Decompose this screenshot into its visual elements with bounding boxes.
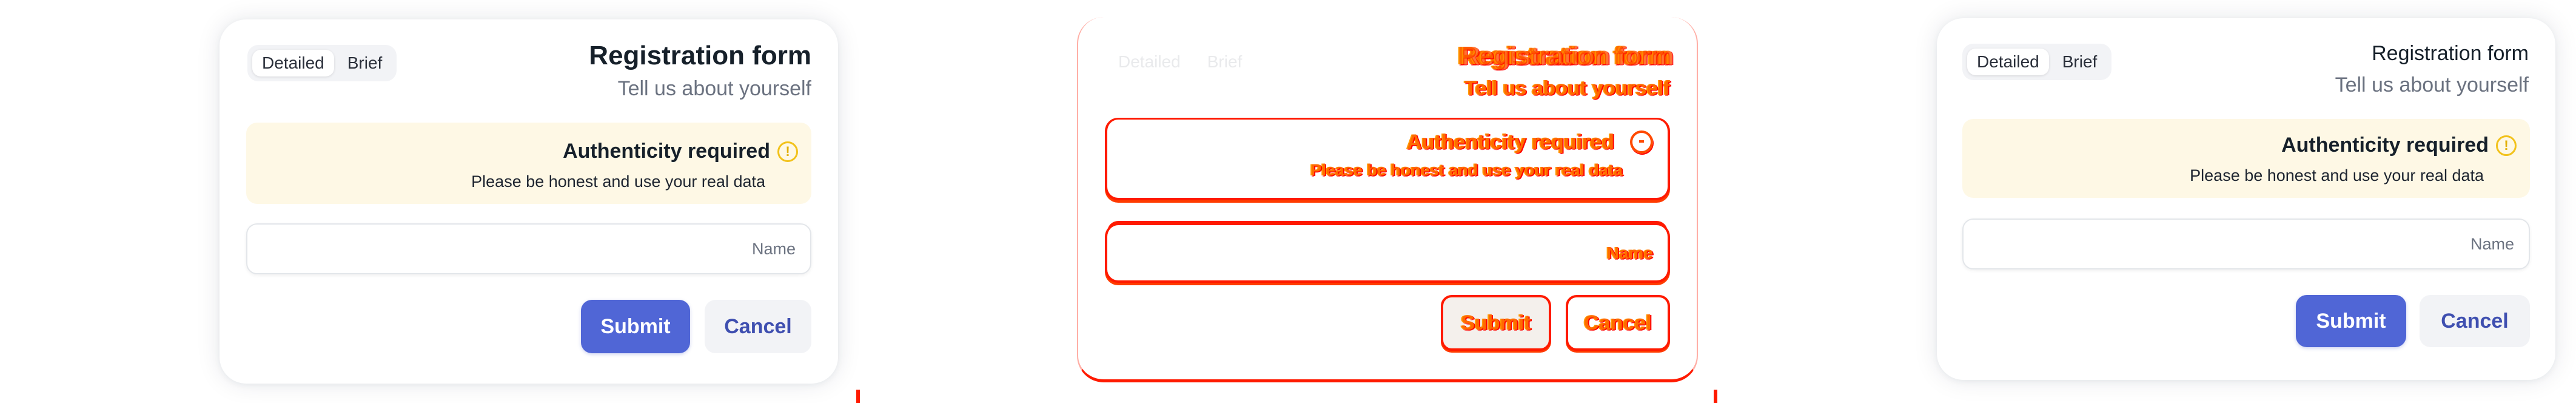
authenticity-alert: Authenticity required ! Please be honest… bbox=[246, 123, 811, 204]
cancel-button[interactable]: Cancel bbox=[1566, 295, 1670, 351]
tab-detailed[interactable]: Detailed bbox=[1118, 52, 1181, 72]
name-field: Name bbox=[1105, 223, 1670, 283]
tab-brief[interactable]: Brief bbox=[1207, 52, 1243, 72]
exclamation-circle-icon bbox=[1630, 130, 1653, 154]
authenticity-alert: Authenticity required ! Please be honest… bbox=[1962, 119, 2530, 198]
submit-button[interactable]: Submit bbox=[1441, 295, 1551, 351]
form-header: Registration form Tell us about yourself bbox=[589, 40, 811, 103]
cancel-button[interactable]: Cancel bbox=[705, 300, 811, 353]
submit-button[interactable]: Submit bbox=[2296, 295, 2406, 347]
alert-heading: Authenticity required ! bbox=[2281, 134, 2517, 157]
exclamation-circle-icon: ! bbox=[777, 141, 798, 162]
form-title-ghost: Registration form bbox=[1461, 41, 1674, 70]
name-input[interactable] bbox=[1964, 220, 2529, 268]
panel-variant-2-glitched: Detailed Brief Registration form Registr… bbox=[856, 0, 1717, 403]
name-field bbox=[246, 223, 811, 274]
registration-card: Detailed Brief Registration form Tell us… bbox=[1937, 18, 2555, 380]
alert-message: Please be honest and use your real data bbox=[471, 172, 765, 191]
form-title: Registration form bbox=[2372, 42, 2529, 65]
form-subtitle: Tell us about yourself bbox=[617, 77, 811, 100]
name-input[interactable] bbox=[247, 225, 810, 273]
name-placeholder[interactable]: Name bbox=[1607, 243, 1653, 263]
tab-brief[interactable]: Brief bbox=[2053, 49, 2107, 75]
panel-variant-1: Detailed Brief Registration form Tell us… bbox=[0, 0, 859, 403]
alert-message: Please be honest and use your real data bbox=[2190, 166, 2484, 185]
form-subtitle: Tell us about yourself bbox=[1464, 76, 1670, 99]
view-toggle: Detailed Brief bbox=[1118, 52, 1242, 72]
tab-detailed[interactable]: Detailed bbox=[1967, 49, 2049, 75]
tab-brief[interactable]: Brief bbox=[338, 50, 392, 76]
submit-label: Submit bbox=[1461, 311, 1531, 334]
form-title: Registration form bbox=[589, 41, 811, 70]
cancel-label: Cancel bbox=[1584, 311, 1652, 334]
authenticity-alert: Authenticity required Please be honest a… bbox=[1105, 118, 1670, 200]
form-header: Registration form Tell us about yourself bbox=[2335, 40, 2529, 100]
alert-title: Authenticity required bbox=[563, 140, 770, 163]
exclamation-circle-icon: ! bbox=[2496, 135, 2517, 156]
registration-card: Detailed Brief Registration form Tell us… bbox=[220, 19, 838, 384]
name-field bbox=[1962, 218, 2530, 269]
view-toggle: Detailed Brief bbox=[1962, 44, 2112, 80]
alert-title: Authenticity required bbox=[2281, 134, 2489, 157]
glitch-mark-left bbox=[856, 390, 860, 403]
alert-title: Authenticity required bbox=[1407, 130, 1614, 154]
submit-button[interactable]: Submit bbox=[581, 300, 690, 353]
tab-detailed[interactable]: Detailed bbox=[252, 50, 334, 76]
alert-message: Please be honest and use your real data bbox=[1310, 161, 1623, 179]
form-subtitle: Tell us about yourself bbox=[2335, 73, 2529, 97]
view-toggle: Detailed Brief bbox=[247, 45, 397, 81]
panel-variant-3: Detailed Brief Registration form Tell us… bbox=[1717, 0, 2576, 403]
alert-heading: Authenticity required ! bbox=[563, 140, 798, 163]
registration-card: Detailed Brief Registration form Registr… bbox=[1077, 17, 1698, 382]
cancel-button[interactable]: Cancel bbox=[2420, 295, 2530, 347]
